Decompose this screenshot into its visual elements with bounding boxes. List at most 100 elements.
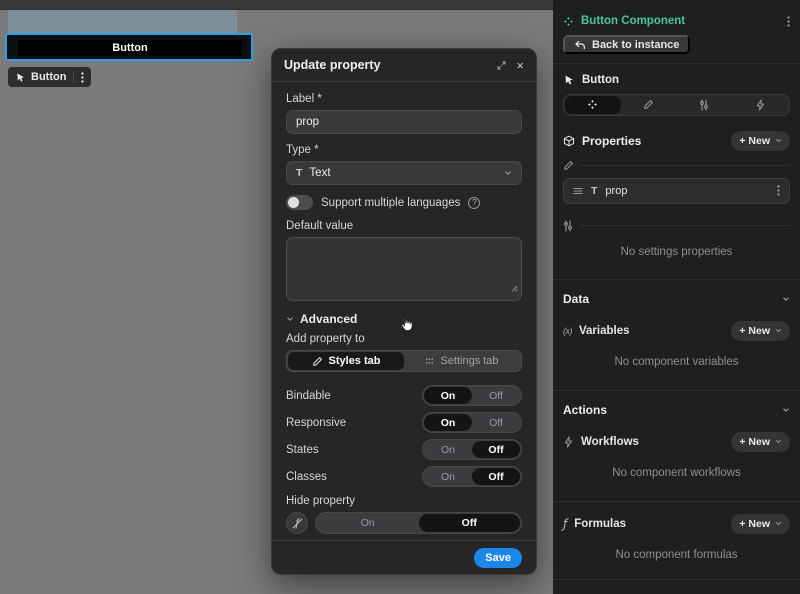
chevron-down-icon xyxy=(286,315,294,323)
bindable-label: Bindable xyxy=(286,390,331,402)
zap-icon xyxy=(563,436,574,448)
selected-element-label: Button xyxy=(582,74,619,86)
tab-actions[interactable] xyxy=(732,96,788,114)
element-tag[interactable]: Button xyxy=(8,67,91,87)
text-type-icon: T xyxy=(591,185,597,197)
chevron-down-icon xyxy=(504,169,512,177)
bindable-toggle[interactable]: On Off xyxy=(422,385,522,406)
actions-section-header[interactable]: Actions xyxy=(563,402,790,418)
variables-row: (x) Variables + New xyxy=(563,321,790,341)
off-option[interactable]: Off xyxy=(472,387,520,404)
element-tag-label: Button xyxy=(31,71,66,83)
data-section-header[interactable]: Data xyxy=(563,291,790,307)
new-variable-button[interactable]: + New xyxy=(731,321,790,341)
states-label: States xyxy=(286,444,319,456)
hide-property-label: Hide property xyxy=(286,495,522,507)
classes-label: Classes xyxy=(286,471,327,483)
app-window: Button Button Update property × Label * xyxy=(0,0,800,594)
formula-icon[interactable]: ƒ xyxy=(286,512,308,534)
label-input[interactable] xyxy=(296,116,512,128)
selected-element-row[interactable]: Button xyxy=(563,71,790,89)
states-toggle[interactable]: On Off xyxy=(422,439,522,460)
tab-settings[interactable] xyxy=(677,96,733,114)
responsive-toggle[interactable]: On Off xyxy=(422,412,522,433)
chevron-down-icon xyxy=(775,438,782,445)
element-kebab-menu[interactable] xyxy=(74,67,91,87)
chevron-down-icon xyxy=(782,295,790,303)
new-property-button[interactable]: + New xyxy=(731,131,790,151)
label-input-wrap xyxy=(286,110,522,134)
formulas-empty-text: No component formulas xyxy=(563,549,790,561)
off-option[interactable]: Off xyxy=(472,441,520,458)
property-row-prop[interactable]: T prop xyxy=(563,178,790,204)
default-value-label: Default value xyxy=(286,220,522,232)
close-icon[interactable]: × xyxy=(516,58,524,73)
styles-tab-option[interactable]: Styles tab xyxy=(288,352,404,370)
divider xyxy=(553,579,800,580)
expand-icon[interactable] xyxy=(497,61,506,70)
panel-kebab-menu[interactable] xyxy=(787,16,790,27)
new-workflow-label: + New xyxy=(739,436,770,448)
back-to-instance-label: Back to instance xyxy=(592,39,679,51)
component-icon xyxy=(563,16,574,27)
classes-row: Classes On Off xyxy=(286,466,522,487)
chevron-down-icon xyxy=(775,520,782,527)
default-value-textarea[interactable] xyxy=(286,237,522,301)
on-option[interactable]: On xyxy=(424,468,472,485)
help-icon[interactable]: ? xyxy=(468,197,480,209)
off-option[interactable]: Off xyxy=(419,514,521,532)
component-header: Button Component xyxy=(563,12,790,30)
hide-property-toggle[interactable]: On Off xyxy=(315,512,522,534)
pencil-icon xyxy=(312,356,323,367)
off-option[interactable]: Off xyxy=(472,414,520,431)
properties-title: Properties xyxy=(582,134,724,148)
settings-tab-option[interactable]: Settings tab xyxy=(404,352,520,370)
on-option[interactable]: On xyxy=(424,387,472,404)
property-name: prop xyxy=(605,185,769,197)
update-property-modal: Update property × Label * Type * T Text xyxy=(271,48,537,575)
new-variable-label: + New xyxy=(739,325,770,337)
type-select[interactable]: T Text xyxy=(286,161,522,185)
off-option[interactable]: Off xyxy=(472,468,520,485)
bindable-row: Bindable On Off xyxy=(286,385,522,406)
variables-label: Variables xyxy=(579,325,724,337)
button-element[interactable]: Button xyxy=(18,40,242,56)
component-icon xyxy=(587,99,598,110)
settings-properties-divider xyxy=(563,220,790,232)
pencil-icon xyxy=(643,99,654,110)
on-option[interactable]: On xyxy=(317,514,419,532)
property-kebab-menu[interactable] xyxy=(777,185,780,196)
cursor-select-icon xyxy=(15,72,26,83)
classes-toggle[interactable]: On Off xyxy=(422,466,522,487)
new-formula-button[interactable]: + New xyxy=(731,514,790,534)
selected-button-element[interactable]: Button xyxy=(5,33,253,61)
language-toggle-row: Support multiple languages ? xyxy=(286,195,522,210)
page-header-element[interactable] xyxy=(8,10,237,33)
modal-header: Update property × xyxy=(272,49,536,82)
formulas-row: ƒ Formulas + New xyxy=(563,514,790,534)
on-option[interactable]: On xyxy=(424,441,472,458)
tab-component[interactable] xyxy=(565,96,621,114)
properties-section-header: Properties + New xyxy=(563,131,790,151)
language-toggle[interactable] xyxy=(286,195,313,210)
new-workflow-button[interactable]: + New xyxy=(731,432,790,452)
on-option[interactable]: On xyxy=(424,414,472,431)
data-title: Data xyxy=(563,292,782,306)
formulas-label: Formulas xyxy=(574,518,724,530)
resize-handle-icon[interactable] xyxy=(511,279,518,297)
tab-styles[interactable] xyxy=(621,96,677,114)
component-title: Button Component xyxy=(581,15,780,27)
divider xyxy=(553,390,800,391)
save-button[interactable]: Save xyxy=(474,548,522,568)
chevron-down-icon xyxy=(775,137,782,144)
return-arrow-icon xyxy=(574,40,586,50)
add-property-to-label: Add property to xyxy=(286,333,522,345)
back-to-instance-button[interactable]: Back to instance xyxy=(563,35,690,54)
type-select-value: Text xyxy=(309,167,504,179)
advanced-section-toggle[interactable]: Advanced xyxy=(286,312,522,326)
actions-title: Actions xyxy=(563,403,782,417)
text-type-icon: T xyxy=(296,167,302,179)
advanced-label: Advanced xyxy=(300,312,357,326)
cube-icon xyxy=(563,135,575,147)
drag-handle-icon[interactable] xyxy=(573,187,583,195)
